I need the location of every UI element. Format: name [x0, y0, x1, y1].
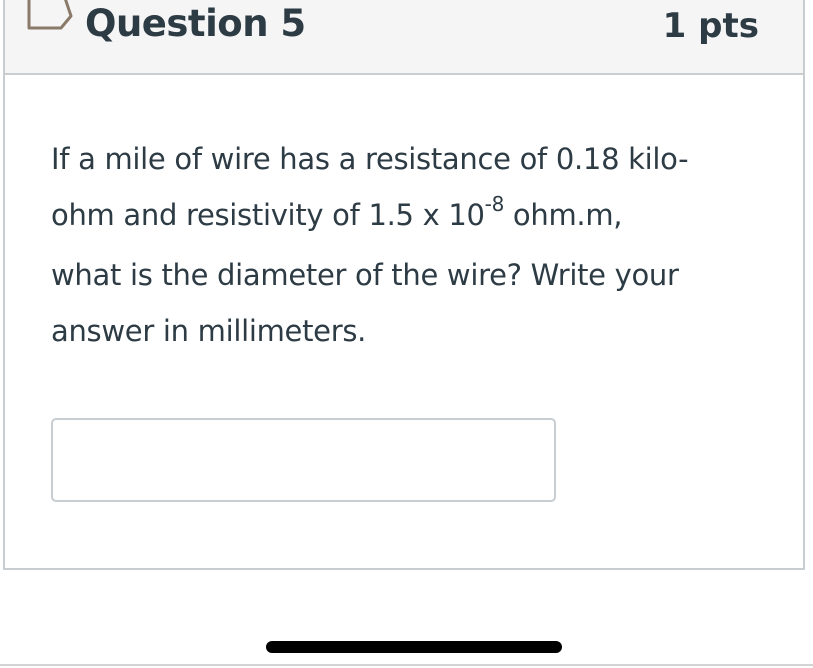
question-text-line: answer in millimeters. — [51, 314, 367, 348]
question-title: Question 5 — [85, 2, 306, 45]
bottom-divider — [0, 664, 813, 666]
question-header: Question 5 1 pts — [5, 0, 803, 75]
question-text-line: what is the diameter of the wire? Write … — [51, 258, 679, 292]
answer-input[interactable] — [51, 418, 556, 502]
exponent: -8 — [484, 192, 505, 216]
question-points: 1 pts — [662, 6, 759, 46]
question-text-segment: ohm.m, — [504, 198, 623, 232]
question-text-line: ohm and resistivity of 1.5 x 10-8 ohm.m, — [51, 192, 623, 232]
question-card: Question 5 1 pts If a mile of wire has a… — [3, 0, 805, 570]
question-text-line: If a mile of wire has a resistance of 0.… — [51, 142, 689, 176]
home-indicator — [266, 641, 562, 653]
question-text-segment: ohm and resistivity of 1.5 x 10 — [51, 198, 485, 232]
bookmark-flag-icon[interactable] — [27, 0, 75, 34]
